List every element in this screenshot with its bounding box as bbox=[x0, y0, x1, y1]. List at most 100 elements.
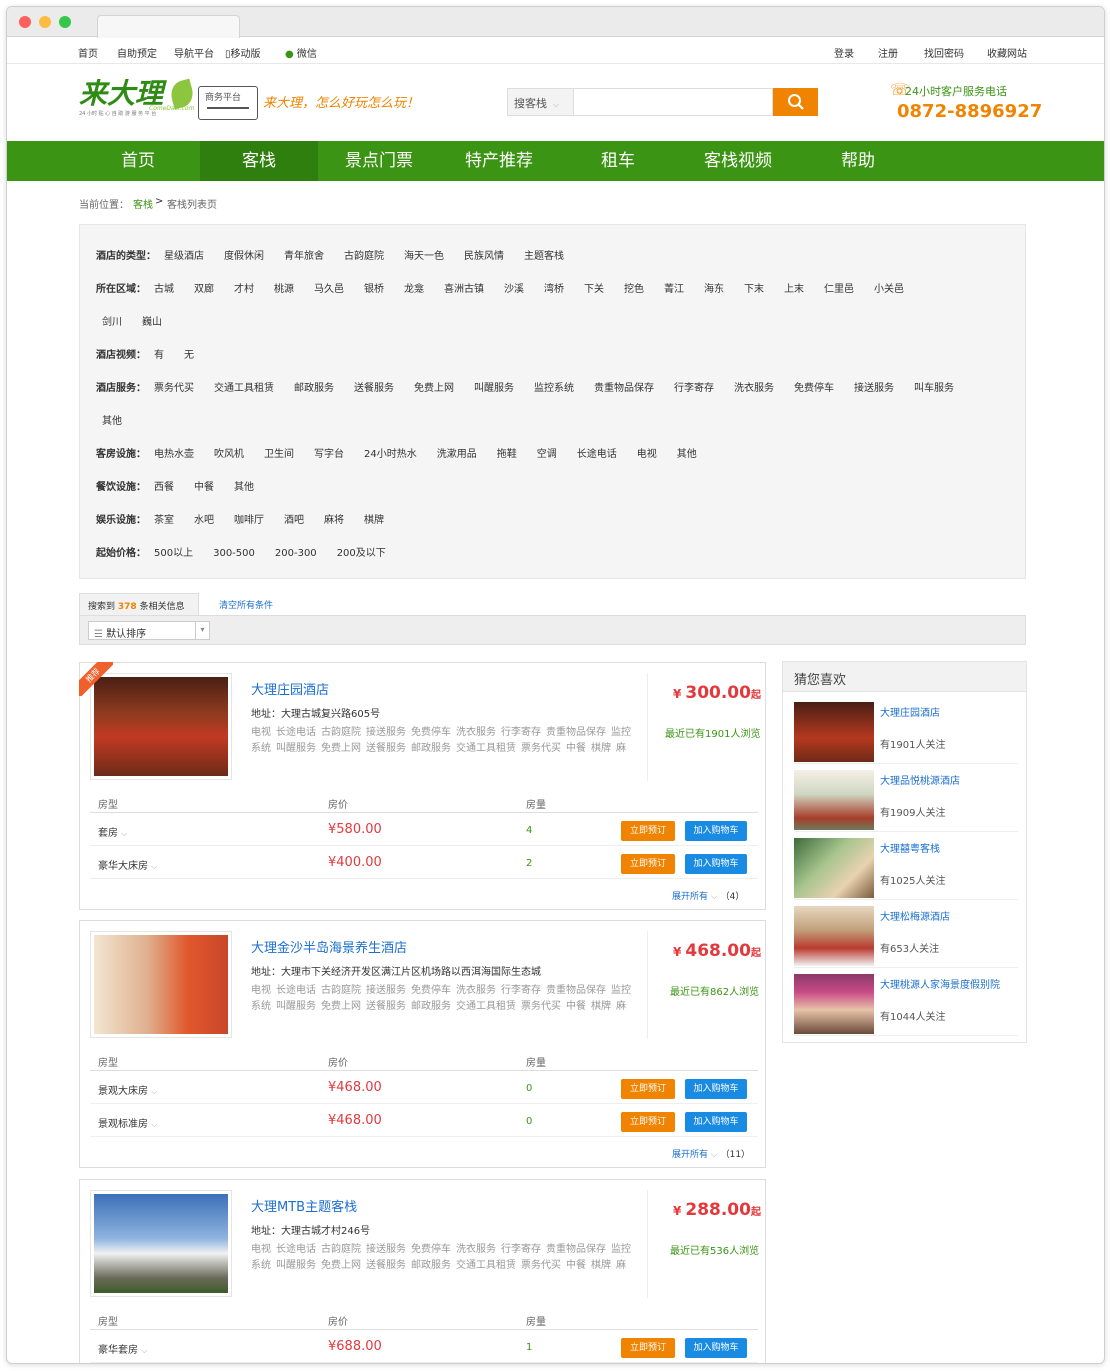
filter-option[interactable]: 行李寄存 bbox=[674, 383, 714, 394]
search-input[interactable] bbox=[573, 88, 773, 116]
sidebar-thumbnail[interactable] bbox=[794, 770, 874, 830]
filter-option[interactable]: 免费上网 bbox=[414, 383, 454, 394]
filter-option[interactable]: 棋牌 bbox=[364, 515, 384, 526]
filter-option[interactable]: 才村 bbox=[234, 284, 254, 295]
filter-option[interactable]: 主题客栈 bbox=[524, 251, 564, 262]
filter-option[interactable]: 其他 bbox=[234, 482, 254, 493]
nav-inn-videos[interactable]: 客栈视频 bbox=[679, 141, 797, 181]
filter-option[interactable]: 送餐服务 bbox=[354, 383, 394, 394]
filter-option[interactable]: 银桥 bbox=[364, 284, 384, 295]
filter-option[interactable]: 无 bbox=[184, 350, 194, 361]
filter-option[interactable]: 叫醒服务 bbox=[474, 383, 514, 394]
book-now-button[interactable]: 立即预订 bbox=[621, 854, 675, 874]
register-link[interactable]: 注册 bbox=[878, 45, 898, 60]
filter-option[interactable]: 民族风情 bbox=[464, 251, 504, 262]
top-link-mobile[interactable]: ▯移动版 bbox=[225, 45, 261, 60]
sidebar-item[interactable]: 大理松梅源酒店 有653人关注 bbox=[794, 906, 1018, 968]
hotel-name-link[interactable]: 大理金沙半岛海景养生酒店 bbox=[251, 937, 407, 956]
filter-option[interactable]: 咖啡厅 bbox=[234, 515, 264, 526]
sidebar-thumbnail[interactable] bbox=[794, 974, 874, 1034]
filter-option[interactable]: 邮政服务 bbox=[294, 383, 334, 394]
filter-option[interactable]: 度假休闲 bbox=[224, 251, 264, 262]
filter-option[interactable]: 中餐 bbox=[194, 482, 214, 493]
search-button[interactable] bbox=[773, 88, 818, 116]
filter-option[interactable]: 菁江 bbox=[664, 284, 684, 295]
filter-option[interactable]: 下末 bbox=[744, 284, 764, 295]
nav-car-rental[interactable]: 租车 bbox=[559, 141, 677, 181]
room-type[interactable]: 豪华套房 ⌵ bbox=[98, 1341, 147, 1356]
top-link-booking[interactable]: 自助预定 bbox=[117, 45, 157, 60]
filter-option[interactable]: 贵重物品保存 bbox=[594, 383, 654, 394]
sidebar-item-name[interactable]: 大理桃源人家海景度假别院 bbox=[880, 976, 1000, 991]
filter-option[interactable]: 卫生间 bbox=[264, 449, 294, 460]
add-to-cart-button[interactable]: 加入购物车 bbox=[685, 1079, 747, 1099]
minimize-dot-icon[interactable] bbox=[39, 16, 51, 28]
top-link-home[interactable]: 首页 bbox=[78, 45, 98, 60]
add-to-cart-button[interactable]: 加入购物车 bbox=[685, 854, 747, 874]
filter-option[interactable]: 200-300 bbox=[275, 548, 317, 559]
filter-option[interactable]: 200及以下 bbox=[337, 548, 386, 559]
bookmark-site-link[interactable]: 收藏网站 bbox=[987, 45, 1027, 60]
filter-option[interactable]: 票务代买 bbox=[154, 383, 194, 394]
expand-all-link[interactable]: 展开所有 ⌵ （4） bbox=[672, 889, 744, 902]
browser-tab[interactable] bbox=[97, 15, 240, 38]
filter-option[interactable]: 星级酒店 bbox=[164, 251, 204, 262]
site-logo[interactable]: 来大理 ComeDaLi.com 24 小时 贴 心 自 助 游 服 务 平 台 bbox=[79, 79, 196, 117]
room-type[interactable]: 景观标准房 ⌵ bbox=[98, 1115, 157, 1130]
book-now-button[interactable]: 立即预订 bbox=[621, 1079, 675, 1099]
filter-option[interactable]: 茶室 bbox=[154, 515, 174, 526]
filter-option[interactable]: 酒吧 bbox=[284, 515, 304, 526]
filter-option[interactable]: 吹风机 bbox=[214, 449, 244, 460]
filter-option[interactable]: 剑川 bbox=[102, 317, 122, 328]
hotel-thumbnail[interactable] bbox=[90, 1190, 232, 1297]
filter-option[interactable]: 龙龛 bbox=[404, 284, 424, 295]
filter-option[interactable]: 洗衣服务 bbox=[734, 383, 774, 394]
filter-option[interactable]: 湾桥 bbox=[544, 284, 564, 295]
sidebar-item[interactable]: 大理囍粤客栈 有1025人关注 bbox=[794, 838, 1018, 900]
top-link-nav[interactable]: 导航平台 bbox=[174, 45, 214, 60]
filter-option[interactable]: 拖鞋 bbox=[497, 449, 517, 460]
sidebar-thumbnail[interactable] bbox=[794, 906, 874, 966]
filter-option[interactable]: 交通工具租赁 bbox=[214, 383, 274, 394]
room-type[interactable]: 套房 ⌵ bbox=[98, 824, 127, 839]
filter-option[interactable]: 小关邑 bbox=[874, 284, 904, 295]
sidebar-item-name[interactable]: 大理囍粤客栈 bbox=[880, 840, 940, 855]
breadcrumb-link-inns[interactable]: 客栈 bbox=[133, 196, 153, 211]
search-scope-select[interactable]: 搜客栈 ⌵ bbox=[507, 88, 573, 116]
filter-option[interactable]: 300-500 bbox=[213, 548, 255, 559]
filter-option[interactable]: 沙溪 bbox=[504, 284, 524, 295]
book-now-button[interactable]: 立即预订 bbox=[621, 1338, 675, 1358]
filter-option[interactable]: 洗漱用品 bbox=[437, 449, 477, 460]
filter-option[interactable]: 喜洲古镇 bbox=[444, 284, 484, 295]
filter-option[interactable]: 水吧 bbox=[194, 515, 214, 526]
filter-option[interactable]: 500以上 bbox=[154, 548, 193, 559]
clear-conditions-link[interactable]: 清空所有条件 bbox=[219, 598, 273, 611]
filter-option[interactable]: 接送服务 bbox=[854, 383, 894, 394]
filter-option[interactable]: 叫车服务 bbox=[914, 383, 954, 394]
room-type[interactable]: 豪华大床房 ⌵ bbox=[98, 857, 157, 872]
filter-option[interactable]: 上末 bbox=[784, 284, 804, 295]
nav-inns[interactable]: 客栈 bbox=[200, 141, 318, 181]
expand-all-link[interactable]: 展开所有 ⌵ （11） bbox=[672, 1147, 750, 1160]
filter-option[interactable]: 古城 bbox=[154, 284, 174, 295]
login-link[interactable]: 登录 bbox=[834, 45, 854, 60]
filter-option[interactable]: 监控系统 bbox=[534, 383, 574, 394]
sidebar-item-name[interactable]: 大理庄园酒店 bbox=[880, 704, 940, 719]
nav-help[interactable]: 帮助 bbox=[799, 141, 917, 181]
sidebar-thumbnail[interactable] bbox=[794, 838, 874, 898]
sidebar-thumbnail[interactable] bbox=[794, 702, 874, 762]
filter-option[interactable]: 写字台 bbox=[314, 449, 344, 460]
add-to-cart-button[interactable]: 加入购物车 bbox=[685, 1112, 747, 1132]
filter-option[interactable]: 空调 bbox=[537, 449, 557, 460]
filter-option[interactable]: 长途电话 bbox=[577, 449, 617, 460]
filter-option[interactable]: 免费停车 bbox=[794, 383, 834, 394]
filter-option[interactable]: 24小时热水 bbox=[364, 449, 417, 460]
sidebar-item-name[interactable]: 大理松梅源酒店 bbox=[880, 908, 950, 923]
filter-option[interactable]: 青年旅舍 bbox=[284, 251, 324, 262]
filter-option[interactable]: 下关 bbox=[584, 284, 604, 295]
filter-option[interactable]: 其他 bbox=[102, 416, 122, 427]
filter-option[interactable]: 电视 bbox=[637, 449, 657, 460]
filter-option[interactable]: 有 bbox=[154, 350, 164, 361]
filter-option[interactable]: 西餐 bbox=[154, 482, 174, 493]
sidebar-item-name[interactable]: 大理品悦桃源酒店 bbox=[880, 772, 960, 787]
